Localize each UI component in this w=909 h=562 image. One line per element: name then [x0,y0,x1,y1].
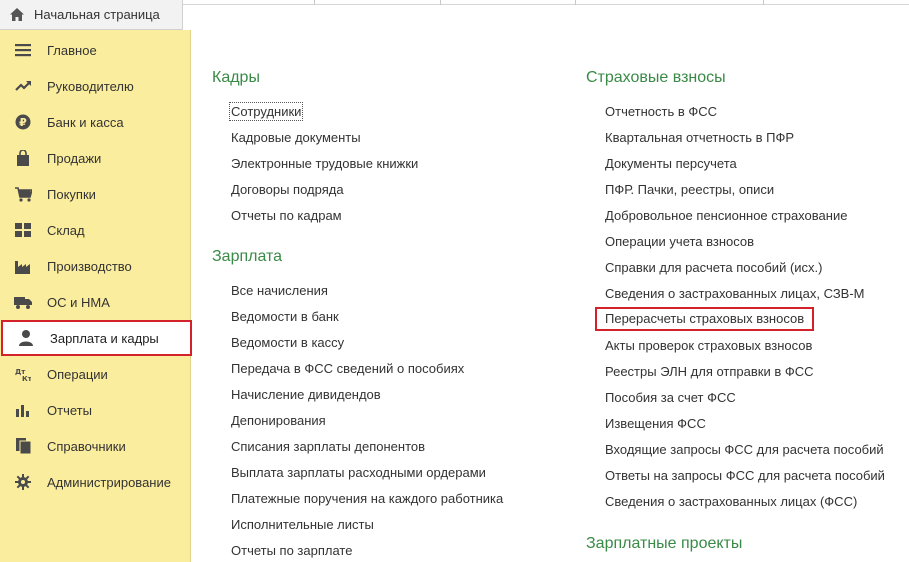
sidebar-item-label: Руководителю [47,78,134,94]
link-employees[interactable]: Сотрудники [228,102,304,121]
link-deposit-writeoffs[interactable]: Списания зарплаты депонентов [231,439,425,454]
link-pfr-quarterly[interactable]: Квартальная отчетность в ПФР [605,130,794,145]
sidebar-item-label: Администрирование [47,474,171,490]
link-voluntary-pension[interactable]: Добровольное пенсионное страхование [605,208,847,223]
sidebar-item-admin[interactable]: Администрирование [0,464,191,500]
link-cash-statements[interactable]: Ведомости в кассу [231,335,344,350]
sidebar-item-label: Отчеты [47,402,92,418]
svg-text:Кт: Кт [22,375,31,381]
link-fss-benefits-transfer[interactable]: Передача в ФСС сведений о пособиях [231,361,464,376]
link-payment-orders[interactable]: Платежные поручения на каждого работника [231,491,503,506]
link-electronic-workbooks[interactable]: Электронные трудовые книжки [231,156,418,171]
sidebar-item-label: Производство [47,258,132,274]
link-fss-incoming-requests[interactable]: Входящие запросы ФСС для расчета пособий [605,442,884,457]
sidebar: Главное Руководителю ₽ Банк и касса Прод… [0,30,192,562]
sidebar-item-label: Операции [47,366,108,382]
tab-divider [763,0,764,5]
link-personal-accounting-docs[interactable]: Документы персучета [605,156,737,171]
link-contracts[interactable]: Договоры подряда [231,182,344,197]
section-title-kadry: Кадры [212,69,260,86]
sidebar-item-label: Справочники [47,438,126,454]
section-title-insurance: Страховые взносы [586,69,726,86]
person-icon [17,329,35,347]
sidebar-item-salary-hr[interactable]: Зарплата и кадры [1,320,192,356]
section-title-zarplata: Зарплата [212,248,283,265]
link-salary-reports[interactable]: Отчеты по зарплате [231,543,352,558]
sidebar-item-reports[interactable]: Отчеты [0,392,191,428]
tab-divider [314,0,315,5]
link-inspection-acts[interactable]: Акты проверок страховых взносов [605,338,812,353]
link-contribution-operations[interactable]: Операции учета взносов [605,234,754,249]
ruble-coin-icon: ₽ [14,113,32,131]
link-fss-benefits[interactable]: Пособия за счет ФСС [605,390,736,405]
cart-icon [14,185,32,203]
sidebar-item-warehouse[interactable]: Склад [0,212,191,248]
link-hr-reports[interactable]: Отчеты по кадрам [231,208,342,223]
link-szv-m[interactable]: Сведения о застрахованных лицах, СЗВ-М [605,286,865,301]
link-pfr-packages[interactable]: ПФР. Пачки, реестры, описи [605,182,774,197]
tab-home[interactable]: Начальная страница [0,0,183,30]
link-recalculations[interactable]: Перерасчеты страховых взносов [595,307,815,331]
tab-strip-line [183,4,909,5]
sidebar-item-label: Склад [47,222,85,238]
link-hr-documents[interactable]: Кадровые документы [231,130,361,145]
sidebar-item-purchases[interactable]: Покупки [0,176,191,212]
link-fss-notices[interactable]: Извещения ФСС [605,416,706,431]
top-tab-bar: Начальная страница [0,0,909,30]
tab-divider [575,0,576,5]
link-all-accruals[interactable]: Все начисления [231,283,328,298]
shopping-bag-icon [14,149,32,167]
link-insured-persons-fss[interactable]: Сведения о застрахованных лицах (ФСС) [605,494,857,509]
trend-chart-icon [14,77,32,95]
warehouse-grid-icon [14,221,32,239]
sidebar-item-main[interactable]: Главное [0,32,191,68]
debit-credit-icon: Дт Кт [14,365,32,383]
link-fss-reporting[interactable]: Отчетность в ФСС [605,104,717,119]
svg-text:₽: ₽ [19,116,27,129]
sidebar-item-bank[interactable]: ₽ Банк и касса [0,104,191,140]
sidebar-item-label: Главное [47,42,97,58]
sidebar-item-sales[interactable]: Продажи [0,140,191,176]
home-icon [10,8,24,21]
section-title-salary-projects[interactable]: Зарплатные проекты [586,535,742,553]
link-benefit-certificates[interactable]: Справки для расчета пособий (исх.) [605,260,822,275]
tab-divider [440,0,441,5]
sidebar-item-label: Покупки [47,186,96,202]
gear-icon [14,473,32,491]
tab-home-label: Начальная страница [34,7,160,22]
factory-icon [14,257,32,275]
link-dividends[interactable]: Начисление дивидендов [231,387,381,402]
sidebar-item-catalogs[interactable]: Справочники [0,428,191,464]
link-fss-responses[interactable]: Ответы на запросы ФСС для расчета пособи… [605,468,885,483]
sidebar-item-manager[interactable]: Руководителю [0,68,191,104]
link-eln-registers[interactable]: Реестры ЭЛН для отправки в ФСС [605,364,814,379]
sidebar-item-label: Продажи [47,150,102,166]
bar-chart-icon [14,401,32,419]
sidebar-item-label: Зарплата и кадры [50,330,159,346]
link-writs[interactable]: Исполнительные листы [231,517,374,532]
sidebar-item-label: Банк и касса [47,114,124,130]
sidebar-item-operations[interactable]: Дт Кт Операции [0,356,191,392]
truck-icon [14,293,32,311]
link-bank-statements[interactable]: Ведомости в банк [231,309,339,324]
link-cash-order-payouts[interactable]: Выплата зарплаты расходными ордерами [231,465,486,480]
menu-lines-icon [14,41,32,59]
sidebar-item-fixed-assets[interactable]: ОС и НМА [0,284,191,320]
main-panel: Кадры Сотрудники Кадровые документы Элек… [192,30,909,562]
link-deposits[interactable]: Депонирования [231,413,326,428]
sidebar-item-production[interactable]: Производство [0,248,191,284]
books-icon [14,437,32,455]
sidebar-item-label: ОС и НМА [47,294,110,310]
